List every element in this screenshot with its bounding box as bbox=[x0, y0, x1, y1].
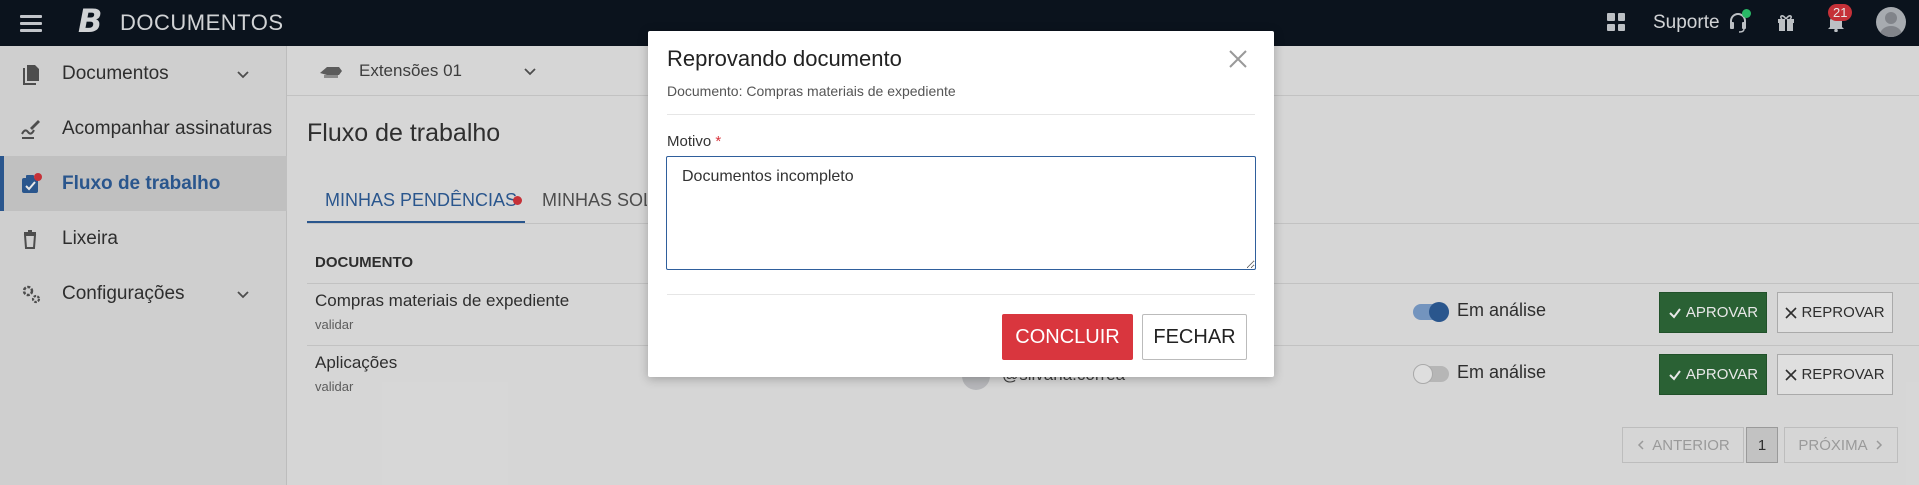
dialog-divider bbox=[667, 294, 1255, 295]
close-icon[interactable] bbox=[1226, 47, 1250, 71]
motivo-textarea[interactable]: Documentos incompleto bbox=[666, 156, 1256, 270]
fechar-button[interactable]: FECHAR bbox=[1142, 314, 1247, 360]
required-marker: * bbox=[715, 133, 722, 150]
dialog-title: Reprovando documento bbox=[667, 46, 902, 71]
dialog-divider bbox=[667, 114, 1255, 115]
reject-document-dialog: Reprovando documento Documento: Compras … bbox=[648, 31, 1274, 377]
motivo-label: Motivo * bbox=[667, 133, 722, 150]
dialog-subtitle: Documento: Compras materiais de expedien… bbox=[667, 83, 956, 99]
concluir-button[interactable]: CONCLUIR bbox=[1002, 314, 1133, 360]
